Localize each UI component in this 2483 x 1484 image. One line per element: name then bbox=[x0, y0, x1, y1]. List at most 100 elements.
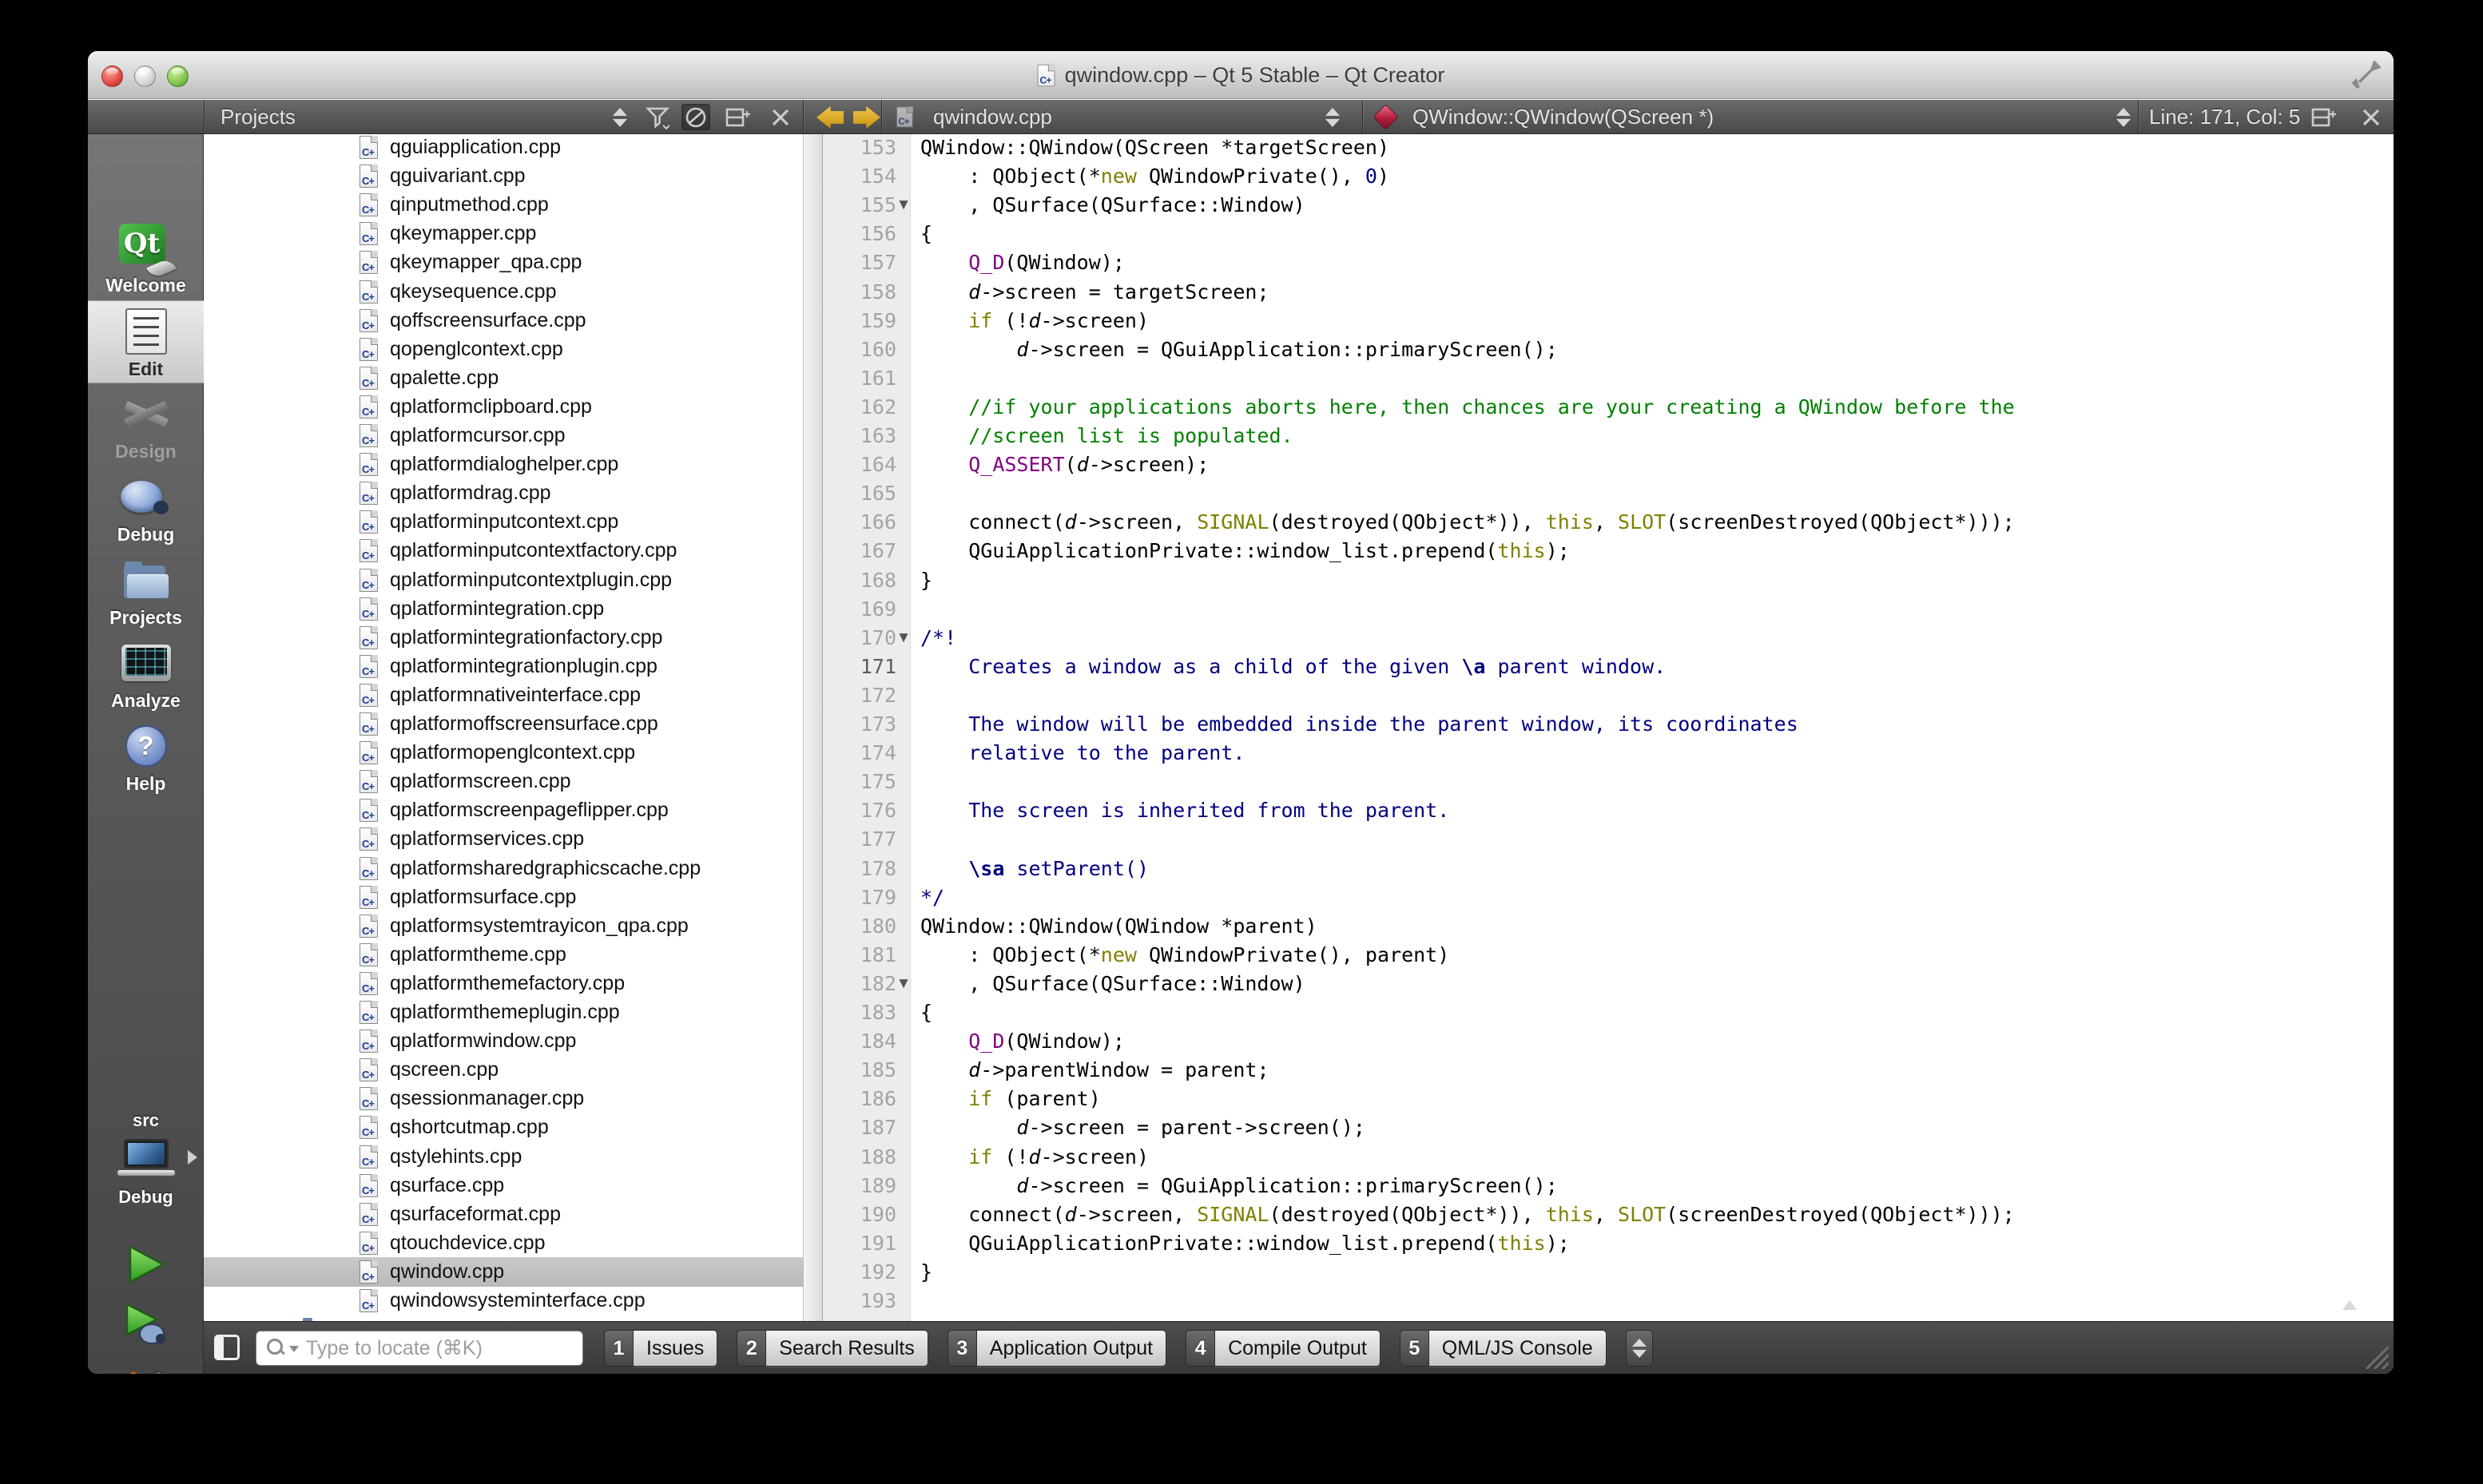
file-dropdown-updown-icon[interactable] bbox=[1318, 104, 1347, 130]
tree-file-item[interactable]: C+qplatformthemeplugin.cpp bbox=[204, 998, 803, 1027]
mode-label: Help bbox=[88, 773, 204, 795]
code-line: 178 \sa setParent() bbox=[823, 854, 2394, 883]
pane-label: Search Results bbox=[765, 1330, 928, 1367]
line-number: 182 bbox=[823, 969, 896, 998]
close-pane-icon[interactable] bbox=[766, 104, 795, 130]
scroll-up-arrow[interactable] bbox=[2342, 1300, 2357, 1310]
close-editor-icon[interactable] bbox=[2357, 104, 2386, 130]
tree-file-item[interactable]: C+qplatformnativeinterface.cpp bbox=[204, 680, 803, 710]
run-button[interactable] bbox=[88, 1243, 204, 1290]
output-pane-qml-js-console[interactable]: 5QML/JS Console bbox=[1400, 1330, 1607, 1367]
output-pane-search-results[interactable]: 2Search Results bbox=[737, 1330, 928, 1367]
fold-marker-icon[interactable]: ▼ bbox=[893, 623, 914, 653]
fold-marker-icon[interactable]: ▼ bbox=[893, 190, 914, 220]
code-line: 168} bbox=[823, 565, 2394, 595]
line-number: 183 bbox=[823, 998, 896, 1027]
tree-file-item[interactable]: C+qwindowsysteminterface.cpp bbox=[204, 1286, 803, 1315]
tree-file-item[interactable]: C+qkeysequence.cpp bbox=[204, 277, 803, 307]
window-title: qwindow.cpp – Qt 5 Stable – Qt Creator bbox=[1065, 63, 1445, 88]
pane-number-badge: 3 bbox=[948, 1330, 976, 1367]
tree-file-item[interactable]: C+qscreen.cpp bbox=[204, 1055, 803, 1085]
build-button[interactable] bbox=[88, 1359, 204, 1374]
tree-file-item[interactable]: C+qplatformdialoghelper.cpp bbox=[204, 450, 803, 479]
pane-selector-updown[interactable] bbox=[1626, 1330, 1653, 1367]
tree-file-item[interactable]: C+qopenglcontext.cpp bbox=[204, 335, 803, 364]
tree-file-item[interactable]: C+qsurface.cpp bbox=[204, 1171, 803, 1200]
locator-input[interactable] bbox=[256, 1331, 583, 1366]
tree-folder-item[interactable] bbox=[204, 1315, 803, 1321]
resize-icon[interactable] bbox=[2352, 61, 2381, 89]
project-tree[interactable]: C+qguiapplication.cppC+qguivariant.cppC+… bbox=[204, 134, 803, 1321]
target-selector-button[interactable] bbox=[88, 1139, 204, 1176]
go-forward-button[interactable] bbox=[853, 106, 880, 129]
mode-edit[interactable]: Edit bbox=[88, 300, 204, 383]
tree-file-item[interactable]: C+qsessionmanager.cpp bbox=[204, 1084, 803, 1113]
tree-file-item[interactable]: C+qkeymapper.cpp bbox=[204, 219, 803, 248]
symbol-dropdown-updown-icon[interactable] bbox=[2109, 104, 2138, 130]
tree-file-item[interactable]: C+qplatforminputcontext.cpp bbox=[204, 507, 803, 537]
tree-file-item[interactable]: C+qplatformdrag.cpp bbox=[204, 478, 803, 508]
split-editor-icon[interactable] bbox=[2310, 104, 2339, 130]
mode-help[interactable]: ?Help bbox=[88, 716, 204, 799]
line-number: 154 bbox=[823, 161, 896, 191]
tree-file-item[interactable]: C+qkeymapper_qpa.cpp bbox=[204, 248, 803, 277]
tree-file-item[interactable]: C+qplatformwindow.cpp bbox=[204, 1026, 803, 1056]
tree-file-item[interactable]: C+qoffscreensurface.cpp bbox=[204, 306, 803, 335]
go-back-button[interactable] bbox=[816, 106, 844, 129]
code-editor[interactable]: 153QWindow::QWindow(QScreen *targetScree… bbox=[823, 134, 2394, 1321]
tree-file-item[interactable]: C+qpalette.cpp bbox=[204, 363, 803, 393]
tree-file-item[interactable]: C+qplatformscreen.cpp bbox=[204, 767, 803, 796]
tree-file-item[interactable]: C+qplatformintegration.cpp bbox=[204, 594, 803, 624]
debug-bug-icon bbox=[88, 471, 204, 522]
pane-number-badge: 1 bbox=[604, 1330, 633, 1367]
debug-run-button[interactable] bbox=[88, 1302, 204, 1351]
tree-file-item[interactable]: C+qplatformsharedgraphicscache.cpp bbox=[204, 854, 803, 883]
line-number: 178 bbox=[823, 854, 896, 883]
sidebar-toggle-button[interactable] bbox=[214, 1335, 240, 1360]
tree-file-item[interactable]: C+qshortcutmap.cpp bbox=[204, 1113, 803, 1142]
tree-file-item[interactable]: C+qplatformintegrationplugin.cpp bbox=[204, 652, 803, 681]
tree-file-item[interactable]: C+qplatformclipboard.cpp bbox=[204, 392, 803, 422]
tree-file-item[interactable]: C+qplatformoffscreensurface.cpp bbox=[204, 709, 803, 739]
mode-welcome[interactable]: QtWelcome bbox=[88, 217, 204, 300]
tree-file-item[interactable]: C+qplatformtheme.cpp bbox=[204, 940, 803, 970]
tree-file-item[interactable]: C+qsurfaceformat.cpp bbox=[204, 1200, 803, 1229]
tree-file-item[interactable]: C+qplatformsystemtrayicon_qpa.cpp bbox=[204, 911, 803, 941]
pane-selector[interactable]: Projects bbox=[220, 100, 296, 134]
code-text: if (!d->screen) bbox=[920, 306, 1149, 335]
tree-file-item[interactable]: C+qwindow.cpp bbox=[204, 1257, 803, 1287]
code-text: relative to the parent. bbox=[920, 738, 1245, 768]
tree-file-item[interactable]: C+qinputmethod.cpp bbox=[204, 190, 803, 220]
symbol-dropdown[interactable]: QWindow::QWindow(QScreen *) bbox=[1412, 100, 1714, 134]
tree-file-item[interactable]: C+qplatformintegrationfactory.cpp bbox=[204, 623, 803, 653]
tree-file-item[interactable]: C+qplatformsurface.cpp bbox=[204, 883, 803, 912]
resize-grip[interactable] bbox=[2355, 1335, 2389, 1369]
mode-debug[interactable]: Debug bbox=[88, 466, 204, 550]
slashed-circle-icon[interactable] bbox=[681, 104, 710, 130]
output-pane-application-output[interactable]: 3Application Output bbox=[948, 1330, 1166, 1367]
code-line: 179*/ bbox=[823, 883, 2394, 912]
tree-file-item[interactable]: C+qplatformopenglcontext.cpp bbox=[204, 738, 803, 768]
tree-file-item[interactable]: C+qplatformscreenpageflipper.cpp bbox=[204, 796, 803, 825]
mode-analyze[interactable]: Analyze bbox=[88, 633, 204, 716]
fold-marker-icon[interactable]: ▼ bbox=[893, 969, 914, 998]
filter-icon[interactable] bbox=[643, 104, 672, 130]
pane-selector-updown-icon[interactable] bbox=[606, 104, 634, 130]
tree-file-item[interactable]: C+qplatformthemefactory.cpp bbox=[204, 969, 803, 998]
edit-document-icon bbox=[88, 306, 204, 357]
tree-file-item[interactable]: C+qplatforminputcontextfactory.cpp bbox=[204, 536, 803, 565]
mode-projects[interactable]: Projects bbox=[88, 550, 204, 633]
project-tree-scrollbar[interactable] bbox=[803, 134, 823, 1321]
tree-file-item[interactable]: C+qstylehints.cpp bbox=[204, 1142, 803, 1172]
tree-file-item[interactable]: C+qtouchdevice.cpp bbox=[204, 1228, 803, 1258]
output-pane-issues[interactable]: 1Issues bbox=[604, 1330, 717, 1367]
output-pane-compile-output[interactable]: 4Compile Output bbox=[1186, 1330, 1381, 1367]
tree-file-item[interactable]: C+qplatforminputcontextplugin.cpp bbox=[204, 565, 803, 595]
split-pane-icon[interactable] bbox=[725, 104, 753, 130]
tree-file-item[interactable]: C+qplatformcursor.cpp bbox=[204, 421, 803, 450]
open-file-dropdown[interactable]: qwindow.cpp bbox=[933, 100, 1052, 134]
pane-label: QML/JS Console bbox=[1428, 1330, 1607, 1367]
tree-file-item[interactable]: C+qguiapplication.cpp bbox=[204, 134, 803, 162]
tree-file-item[interactable]: C+qplatformservices.cpp bbox=[204, 824, 803, 854]
tree-file-item[interactable]: C+qguivariant.cpp bbox=[204, 161, 803, 191]
